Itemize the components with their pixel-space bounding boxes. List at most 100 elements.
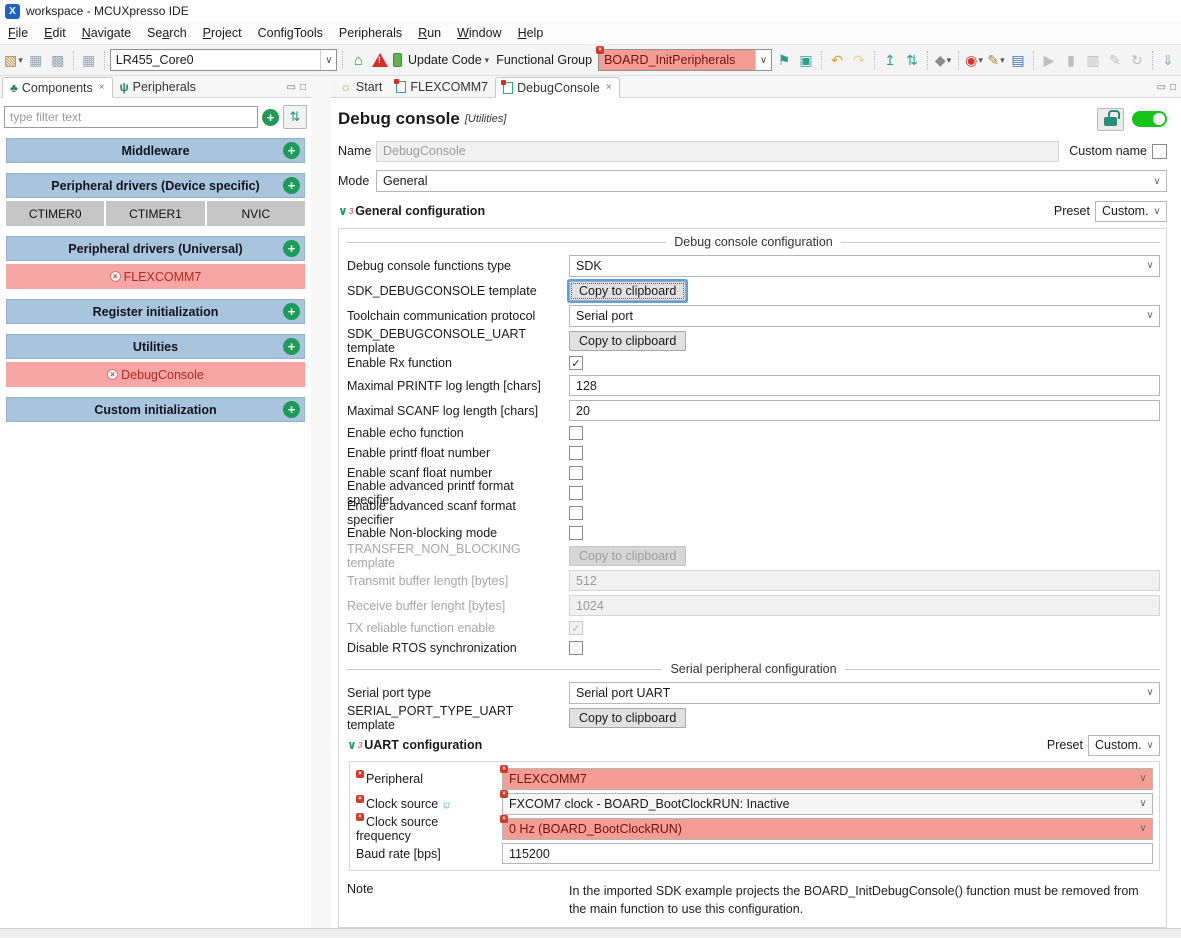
sort-icon[interactable]: ⇅ — [283, 105, 307, 129]
section-header-utilities[interactable]: Utilities + — [6, 334, 305, 359]
panel-sash[interactable] — [311, 76, 331, 928]
section-header-custom-initialization[interactable]: Custom initialization + — [6, 397, 305, 422]
maximal-printf-log-length-chars-field[interactable]: 128 — [569, 375, 1160, 396]
project-selector[interactable]: LR455_Core0 ∨ — [109, 49, 338, 71]
filter-input[interactable] — [4, 106, 258, 128]
section-header-register-initialization[interactable]: Register initialization + — [6, 299, 305, 324]
baud-rate-bps-field[interactable]: 115200 — [502, 843, 1153, 864]
overview-icon[interactable]: ▣ — [796, 48, 816, 72]
tab-peripherals[interactable]: ψ Peripherals — [113, 76, 203, 97]
redo-icon[interactable]: ↷ — [849, 48, 869, 72]
menu-file[interactable]: File — [0, 24, 36, 42]
sdk-debugconsole-uart-template-button[interactable]: Copy to clipboard — [569, 330, 687, 351]
section-header-peripheral-drivers-universal[interactable]: Peripheral drivers (Universal) + — [6, 236, 305, 261]
edit-gray-icon-glyph: ✎ — [1109, 51, 1121, 68]
peripheral-enable-toggle[interactable] — [1132, 111, 1167, 127]
section-header-middleware[interactable]: Middleware + — [6, 138, 305, 163]
import-icon[interactable]: ⇓ — [1158, 48, 1178, 72]
menu-configtools[interactable]: ConfigTools — [250, 24, 331, 42]
tab-components[interactable]: ♣ Components × — [2, 77, 113, 98]
menu-project[interactable]: Project — [195, 24, 250, 42]
save-icon[interactable]: ▦ — [26, 48, 46, 72]
menu-window[interactable]: Window — [449, 24, 509, 42]
components-menu-icon[interactable]: ◆ ▾ — [933, 48, 953, 72]
serial-port-type-uart-template-button[interactable]: Copy to clipboard — [569, 707, 687, 728]
minimize-panel-icon[interactable]: ▭ — [287, 82, 296, 93]
menu-peripherals[interactable]: Peripherals — [331, 24, 410, 42]
undo-icon[interactable]: ↶ — [827, 48, 847, 72]
minimize-panel-icon[interactable]: ▭ — [1157, 82, 1166, 93]
peripheral-editor: ☼ Start FLEXCOMM7 DebugConsole × ▭ □ Deb… — [331, 76, 1181, 928]
expander-icon[interactable]: ∨ — [338, 204, 348, 218]
save-binary-icon[interactable]: ▦ — [79, 48, 99, 72]
add-icon[interactable]: + — [283, 142, 300, 159]
enable-advanced-printf-format-specifier-checkbox[interactable] — [569, 486, 583, 500]
enable-rx-function-checkbox[interactable]: ✓ — [569, 356, 583, 370]
enable-advanced-scanf-format-specifier-checkbox[interactable] — [569, 506, 583, 520]
enable-non-blocking-mode-checkbox[interactable] — [569, 526, 583, 540]
menu-navigate[interactable]: Navigate — [74, 24, 139, 42]
close-icon[interactable]: × — [99, 82, 105, 93]
tab-flexcomm7[interactable]: FLEXCOMM7 — [389, 76, 495, 97]
error-badge-icon: × — [500, 814, 508, 823]
maximize-panel-icon[interactable]: □ — [300, 82, 306, 93]
component-nvic[interactable]: NVIC — [206, 201, 305, 226]
custom-name-checkbox[interactable] — [1152, 143, 1167, 159]
add-icon[interactable]: + — [283, 338, 300, 355]
save-all-icon[interactable]: ▩ — [48, 48, 68, 72]
save-all-icon-glyph: ▩ — [51, 51, 65, 68]
clock-source-select[interactable]: × FXCOM7 clock - BOARD_BootClockRUN: Inac… — [500, 789, 1153, 815]
serial-port-type-select[interactable]: Serial port UART ∨ — [569, 681, 1160, 704]
sdk-debugconsole-template-button[interactable]: Copy to clipboard — [569, 280, 687, 301]
close-icon[interactable]: × — [606, 82, 612, 93]
error-badge-icon: × — [356, 794, 364, 803]
component-ctimer1[interactable]: CTIMER1 — [106, 201, 205, 226]
mode-select[interactable]: General ∨ — [376, 170, 1167, 192]
section-header-peripheral-drivers-device-specific[interactable]: Peripheral drivers (Device specific) + — [6, 173, 305, 198]
error-marker-icon[interactable] — [370, 48, 390, 72]
preset-select[interactable]: Custom... ∨ — [1095, 200, 1167, 222]
functional-group-selector[interactable]: × BOARD_InitPeripherals ∨ — [596, 46, 772, 71]
component-flexcomm7[interactable]: × FLEXCOMM7 — [6, 264, 305, 289]
update-code-button[interactable]: Update Code ▾ — [392, 48, 490, 72]
peripheral-select[interactable]: × FLEXCOMM7 ∨ — [500, 764, 1153, 790]
toolchain-communication-protocol-select[interactable]: Serial port ∨ — [569, 304, 1160, 327]
pin-view-icon[interactable]: ⚑ — [774, 48, 794, 72]
enable-echo-function-checkbox[interactable] — [569, 426, 583, 440]
add-icon[interactable]: + — [283, 401, 300, 418]
new-wizard-icon-glyph: ▧ — [4, 51, 18, 68]
component-ctimer0[interactable]: CTIMER0 — [6, 201, 105, 226]
clock-source-frequency-select[interactable]: × 0 Hz (BOARD_BootClockRUN) ∨ — [500, 814, 1153, 840]
tab-start[interactable]: ☼ Start — [333, 76, 389, 97]
console-icon[interactable]: ▤ — [1008, 48, 1028, 72]
menu-help[interactable]: Help — [510, 24, 552, 42]
home-icon[interactable]: ⌂ — [348, 48, 368, 72]
lock-button[interactable] — [1097, 107, 1124, 131]
expander-icon[interactable]: ∨ — [347, 738, 357, 752]
menu-run[interactable]: Run — [410, 24, 449, 42]
enable-printf-float-number-checkbox[interactable] — [569, 446, 583, 460]
tools-icon[interactable]: ✎ ▾ — [986, 48, 1006, 72]
enable-scanf-float-number-checkbox[interactable] — [569, 466, 583, 480]
new-wizard-icon[interactable]: ▧ ▾ — [3, 48, 24, 72]
form-row: Transmit buffer length [bytes] 512 — [347, 568, 1160, 593]
maximal-scanf-log-length-chars-field[interactable]: 20 — [569, 400, 1160, 421]
add-icon[interactable]: + — [283, 240, 300, 257]
debug-console-functions-type-select[interactable]: SDK ∨ — [569, 254, 1160, 277]
field-label: Serial port type — [347, 685, 432, 700]
disable-rtos-synchronization-checkbox[interactable] — [569, 641, 583, 655]
uart-preset-select[interactable]: Custom... ∨ — [1088, 734, 1160, 756]
run-config-icon[interactable]: ◉ ▾ — [964, 48, 984, 72]
tab-debugconsole[interactable]: DebugConsole × — [495, 77, 620, 98]
section-header-label: Peripheral drivers (Universal) — [68, 241, 243, 256]
sort-functional-groups-icon[interactable]: ⇅ — [902, 48, 922, 72]
add-icon[interactable]: + — [283, 303, 300, 320]
export-icon[interactable]: ↥ — [880, 48, 900, 72]
play-icon-glyph: ▶ — [1043, 51, 1055, 68]
maximize-panel-icon[interactable]: □ — [1170, 82, 1176, 93]
menu-search[interactable]: Search — [139, 24, 195, 42]
menu-edit[interactable]: Edit — [36, 24, 74, 42]
component-debugconsole[interactable]: × DebugConsole — [6, 362, 305, 387]
add-icon[interactable]: + — [283, 177, 300, 194]
add-component-button[interactable]: + — [262, 108, 279, 126]
